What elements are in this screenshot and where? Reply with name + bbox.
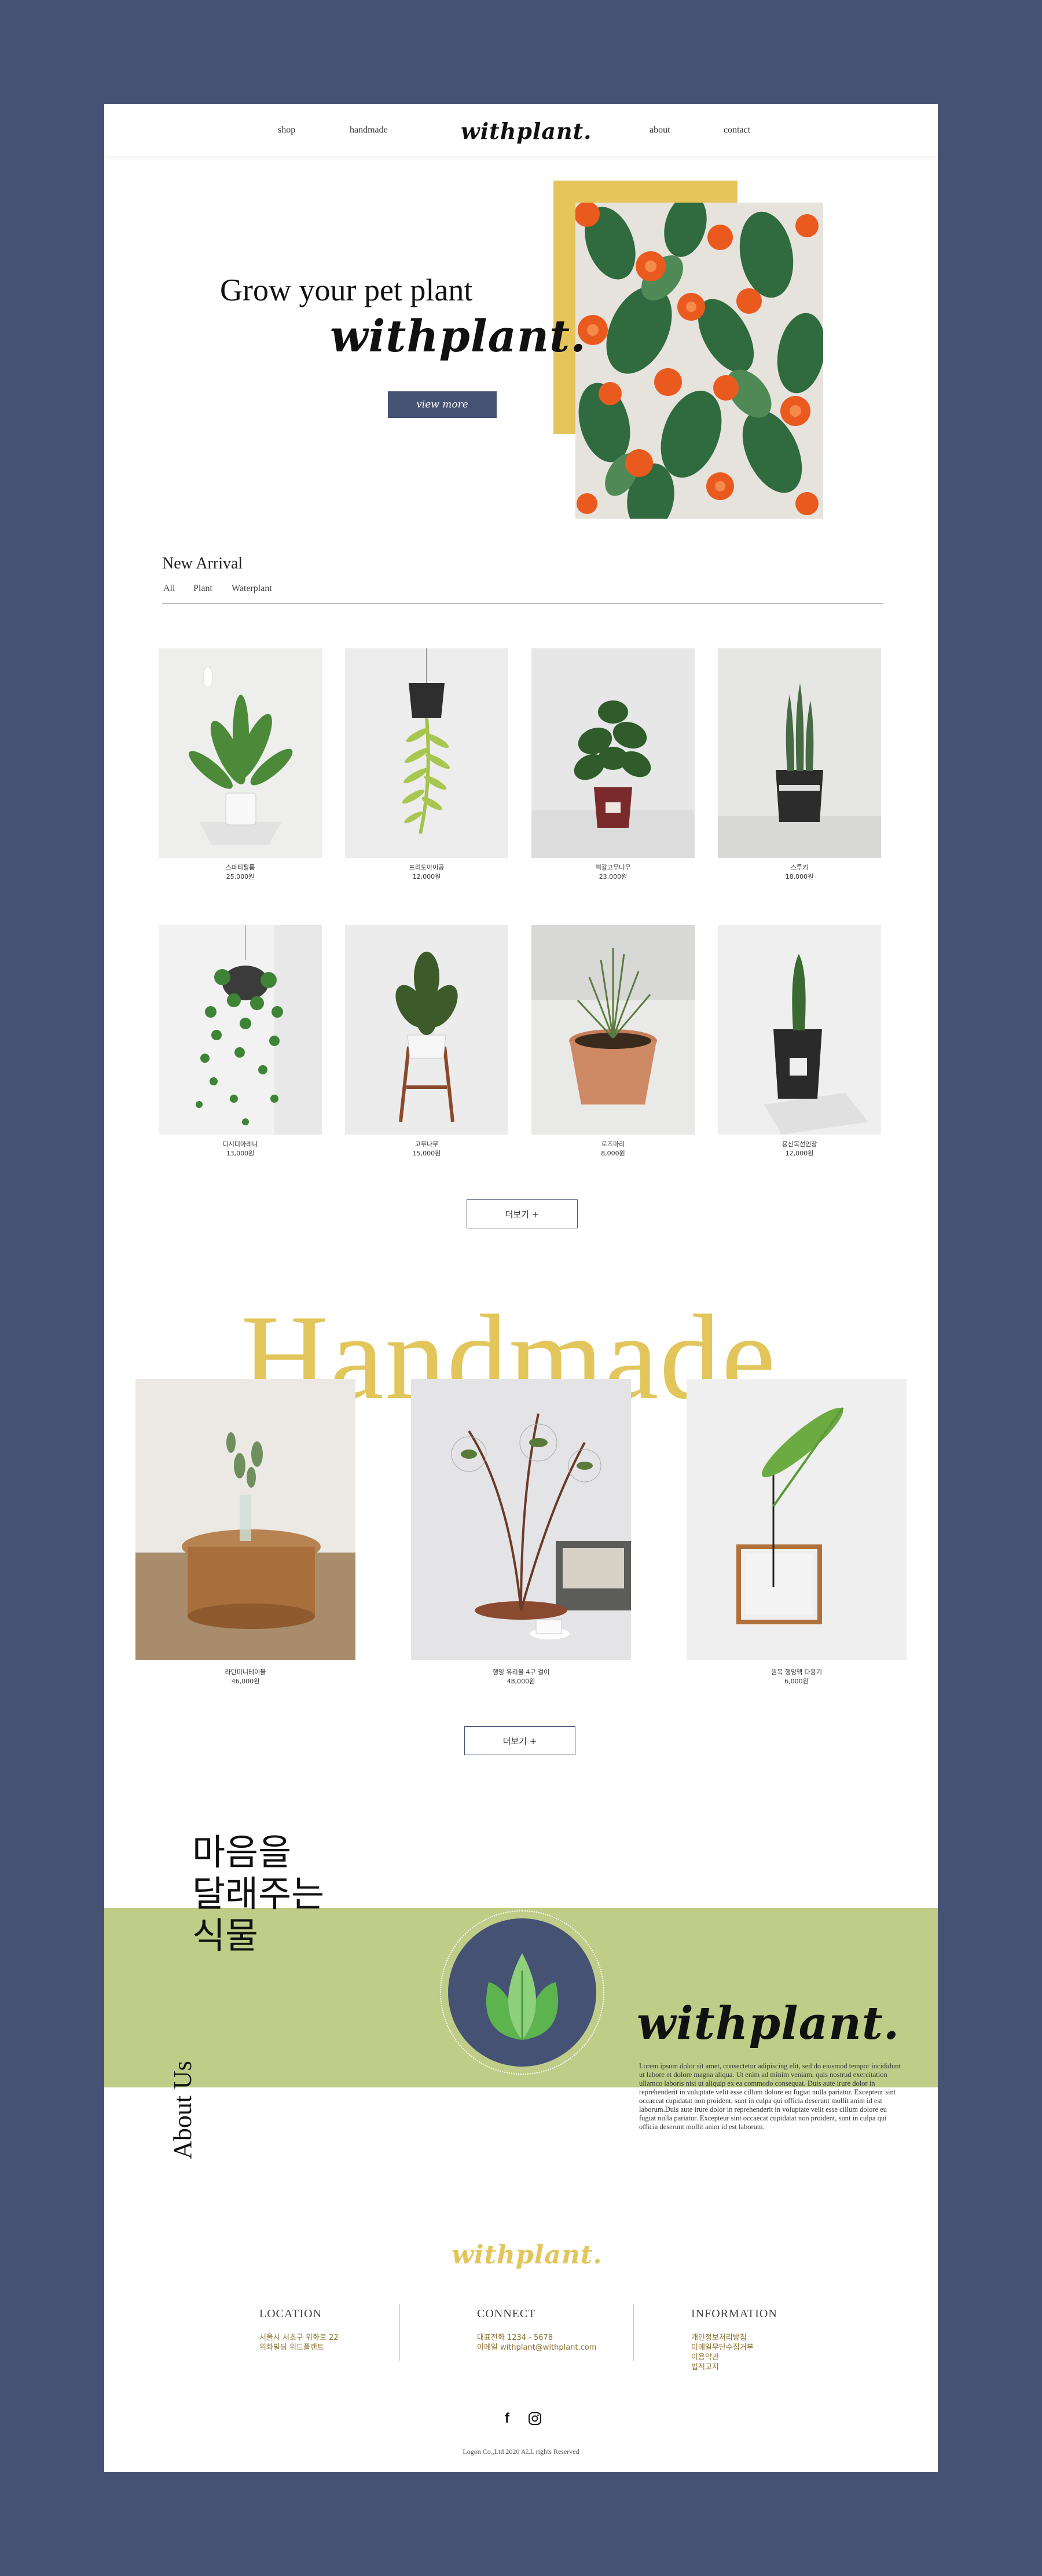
view-more-button[interactable]: view more: [388, 391, 497, 418]
about-logo-circle: [448, 1918, 596, 2067]
top-nav: shop handmade withplant. about contact: [104, 104, 938, 156]
nav-handmade[interactable]: handmade: [350, 125, 388, 135]
footer-connect-line: 대표전화 1234 - 5678: [477, 2333, 553, 2342]
footer-location-line: 서울시 서초구 위화로 22: [259, 2333, 339, 2342]
product-image-dischidia[interactable]: [159, 925, 322, 1135]
footer-connect-title: CONNECT: [477, 2307, 536, 2320]
footer-info-link[interactable]: 이메일무단수집거부: [691, 2343, 754, 2353]
product-price: 8,000원: [601, 1150, 625, 1157]
product-image-spathiphyllum[interactable]: [159, 648, 322, 858]
footer-connect-line: 이메일 withplant@withplant.com: [477, 2343, 597, 2352]
leaf-icon: [486, 1953, 559, 2040]
handmade-image-wooden-frame[interactable]: [687, 1379, 907, 1660]
product-image-fiddle-leaf[interactable]: [531, 648, 695, 858]
about-us-vertical-label: About Us: [168, 2061, 197, 2159]
product-name: 프리도아이공: [409, 864, 445, 871]
product-price: 13,000원: [226, 1150, 255, 1157]
about-korean-line: 식물: [192, 1914, 259, 1957]
tab-all[interactable]: All: [163, 584, 175, 594]
product-name: 스파티필름: [225, 864, 255, 871]
section-divider: [162, 603, 883, 604]
about-korean-line: 달래주는: [192, 1873, 325, 1915]
product-name: 디시디아레니: [222, 1140, 258, 1148]
tab-plant[interactable]: Plant: [193, 584, 212, 594]
page: shop handmade withplant. about contact G…: [104, 104, 938, 2472]
footer-separator: [633, 2304, 634, 2361]
nav-about[interactable]: about: [650, 125, 670, 135]
product-image-stuckyi[interactable]: [718, 648, 881, 858]
copyright-text: Logon Co.,Ltd 2020 ALL rights Reserved: [463, 2447, 579, 2456]
about-korean-line: 마음을: [192, 1831, 292, 1873]
nav-logo[interactable]: withplant.: [461, 118, 592, 144]
hero-title: Grow your pet plant: [220, 273, 473, 307]
product-price: 25,000원: [226, 873, 255, 880]
footer-location-title: LOCATION: [259, 2307, 322, 2320]
footer-info-link[interactable]: 개인정보처리방침: [691, 2333, 747, 2343]
product-name: 고무나무: [414, 1140, 439, 1148]
about-logo: withplant.: [637, 1997, 900, 2050]
product-image-fern[interactable]: [345, 648, 508, 858]
footer-location-line: 위화빌딩 위드플랜트: [259, 2343, 324, 2352]
facebook-icon[interactable]: f: [505, 2410, 509, 2427]
product-name: 용신목선인장: [782, 1140, 817, 1148]
footer-info-link[interactable]: 이용약관: [691, 2353, 719, 2362]
product-image-rubber-tree[interactable]: [345, 925, 508, 1135]
product-price: 18,000원: [785, 873, 814, 880]
footer-separator: [399, 2304, 400, 2361]
handmade-more-button[interactable]: 더보기 +: [464, 1726, 575, 1755]
product-name: 로즈마리: [601, 1140, 625, 1148]
product-image-rosemary[interactable]: [531, 925, 695, 1135]
product-price: 23,000원: [599, 873, 628, 880]
footer-logo[interactable]: withplant.: [452, 2240, 603, 2270]
footer-info-link[interactable]: 법적고지: [691, 2362, 719, 2372]
handmade-name: 행잉 유리볼 4구 걸이: [492, 1668, 550, 1676]
product-name: 떡갈고무나무: [595, 864, 631, 871]
product-price: 12,000원: [785, 1150, 814, 1157]
product-price: 15,000원: [412, 1150, 441, 1157]
tab-waterplant[interactable]: Waterplant: [232, 584, 272, 594]
hero-cactus-pattern-image: [575, 203, 823, 519]
handmade-price: 48,000원: [507, 1678, 535, 1685]
handmade-price: 46,000원: [231, 1678, 260, 1685]
new-arrival-title: New Arrival: [162, 555, 243, 573]
nav-shop[interactable]: shop: [278, 125, 295, 135]
instagram-icon[interactable]: [528, 2412, 542, 2429]
handmade-image-hanging-globe[interactable]: [411, 1379, 631, 1660]
about-korean-headline: 마음을 달래주는 식물: [192, 1832, 324, 1957]
product-name: 스투키: [790, 864, 809, 871]
handmade-name: 라탄미니테이블: [225, 1668, 266, 1676]
new-arrival-more-button[interactable]: 더보기 +: [467, 1199, 578, 1228]
hero-script-logo: withplant.: [330, 310, 586, 362]
product-price: 12,000원: [412, 873, 441, 880]
product-image-cactus[interactable]: [718, 925, 881, 1135]
handmade-name: 원목 행잉액 다용기: [771, 1668, 822, 1676]
footer-information-title: INFORMATION: [691, 2307, 777, 2320]
nav-contact[interactable]: contact: [724, 125, 750, 135]
handmade-image-rattan-table[interactable]: [135, 1379, 355, 1660]
handmade-price: 6,000원: [784, 1678, 809, 1685]
about-description: Lorem ipsum dolor sit amet, consectetur …: [639, 2062, 901, 2131]
